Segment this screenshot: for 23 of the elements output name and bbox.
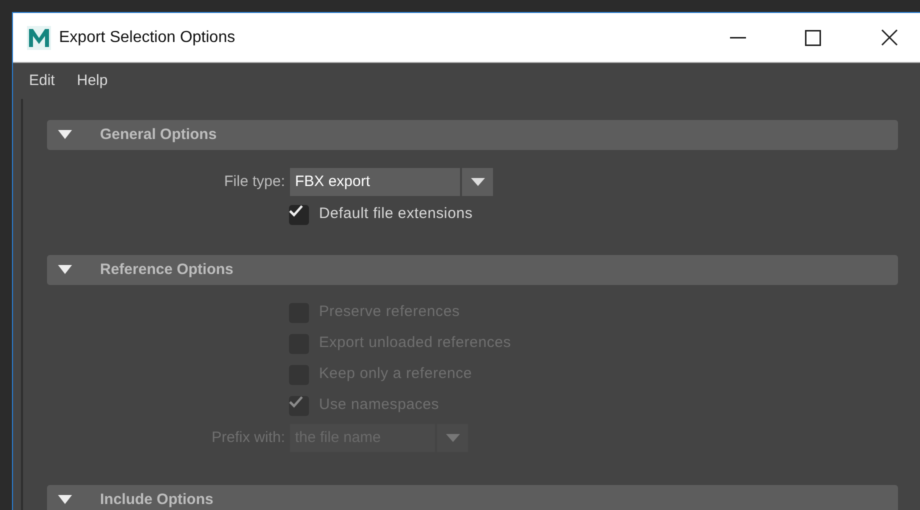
triangle-down-icon [58,130,72,140]
checkbox-label: Default file extensions [319,204,473,224]
menu-item[interactable]: Help [76,70,108,92]
caret-icon [462,168,493,196]
triangle-down-icon [58,265,72,275]
app-logo-icon [27,26,51,50]
section-header[interactable]: General Options [47,120,898,150]
section-title: General Options [100,124,217,145]
section-title: Include Options [100,490,214,510]
section-title: Reference Options [100,260,234,280]
checkbox[interactable] [289,204,309,224]
dropdown[interactable]: FBX export [290,168,493,196]
window-title: Export Selection Options [59,28,236,48]
field-label: File type: [223,172,286,192]
triangle-down-icon [58,495,72,505]
close-icon [880,29,898,46]
minimize-icon [730,36,746,38]
dropdown-value: FBX export [290,168,460,196]
section-header[interactable]: Include Options [47,485,898,510]
menu-item[interactable]: Edit [29,70,55,92]
maximize-icon [805,30,821,46]
caret-icon [437,424,468,452]
section-header[interactable]: Reference Options [47,255,898,285]
